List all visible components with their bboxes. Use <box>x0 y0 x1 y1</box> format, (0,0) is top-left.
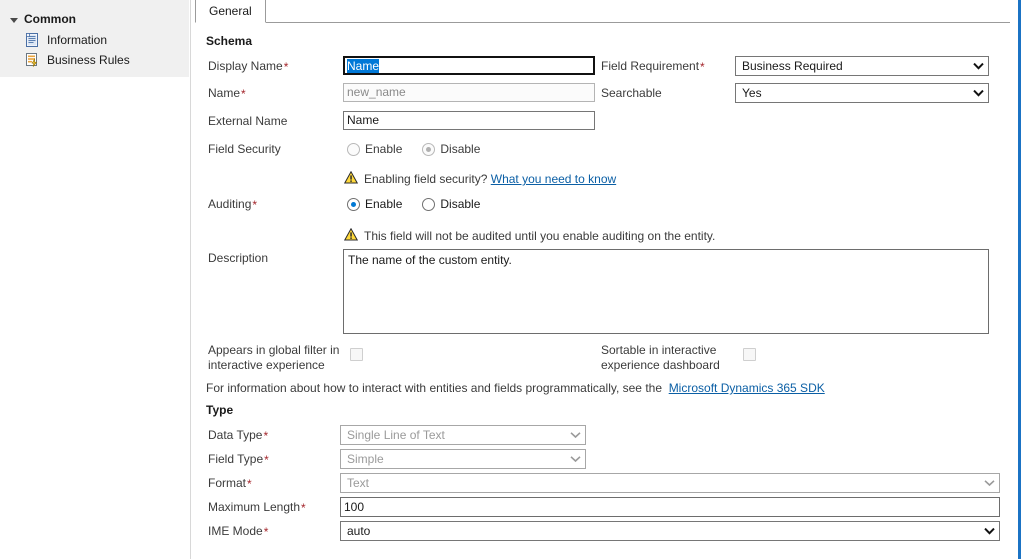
field-type-label: Field Type* <box>208 452 269 467</box>
field-security-radio-group: Enable Disable <box>347 142 500 156</box>
field-editor-window: Common Information Business Rules Genera… <box>0 0 1021 559</box>
field-requirement-select[interactable]: Business Required <box>735 56 989 76</box>
description-textarea[interactable]: The name of the custom entity. <box>343 249 989 334</box>
searchable-label: Searchable <box>601 86 662 100</box>
sdk-note: For information about how to interact wi… <box>206 381 825 395</box>
field-requirement-value: Business Required <box>742 59 843 73</box>
format-value: Text <box>347 476 370 490</box>
global-filter-label: Appears in global filter in interactive … <box>208 343 340 372</box>
maximum-length-label: Maximum Length* <box>208 500 306 515</box>
radio-circle-icon <box>347 142 360 156</box>
dynamics-365-sdk-link[interactable]: Microsoft Dynamics 365 SDK <box>669 381 825 395</box>
external-name-input[interactable]: Name <box>343 111 595 130</box>
searchable-value: Yes <box>742 86 762 100</box>
auditing-warning: This field will not be audited until you… <box>343 227 716 244</box>
data-type-value: Single Line of Text <box>347 428 445 442</box>
field-security-label: Field Security <box>208 142 281 156</box>
required-asterisk: * <box>264 453 269 467</box>
auditing-label: Auditing* <box>208 197 258 212</box>
required-asterisk: * <box>252 198 258 212</box>
what-you-need-to-know-link[interactable]: What you need to know <box>491 172 616 186</box>
field-type-value: Simple <box>347 452 384 466</box>
field-type-select[interactable]: Simple <box>340 449 586 469</box>
radio-circle-selected-icon <box>347 197 360 211</box>
field-requirement-label: Field Requirement* <box>601 59 705 74</box>
auditing-warning-text: This field will not be audited until you… <box>364 229 716 243</box>
field-security-enable-radio[interactable]: Enable <box>347 142 402 156</box>
chevron-down-icon <box>565 455 585 463</box>
required-asterisk: * <box>241 87 246 101</box>
required-asterisk: * <box>301 501 306 515</box>
chevron-down-icon <box>979 479 999 487</box>
display-name-selected-text: Name <box>347 59 380 73</box>
format-label: Format* <box>208 476 252 491</box>
data-type-select[interactable]: Single Line of Text <box>340 425 586 445</box>
sortable-label: Sortable in interactive experience dashb… <box>601 343 720 372</box>
auditing-disable-radio[interactable]: Disable <box>422 197 480 211</box>
chevron-down-icon <box>968 89 988 97</box>
data-type-label: Data Type* <box>208 428 269 443</box>
ime-mode-select[interactable]: auto <box>340 521 1000 541</box>
name-label: Name* <box>208 86 246 101</box>
global-filter-checkbox[interactable] <box>350 348 363 361</box>
display-name-input[interactable]: Name <box>343 56 595 75</box>
field-security-warning: Enabling field security? What you need t… <box>343 170 616 187</box>
sdk-note-text: For information about how to interact wi… <box>206 381 662 395</box>
format-select[interactable]: Text <box>340 473 1000 493</box>
chevron-down-icon <box>968 62 988 70</box>
chevron-down-icon <box>979 527 999 535</box>
auditing-radio-group: Enable Disable <box>347 197 500 211</box>
display-name-label: Display Name* <box>208 59 289 74</box>
description-label: Description <box>208 251 269 265</box>
required-asterisk: * <box>263 429 269 443</box>
auditing-enable-radio[interactable]: Enable <box>347 197 402 211</box>
required-asterisk: * <box>700 60 705 74</box>
field-security-disable-radio[interactable]: Disable <box>422 142 480 156</box>
maximum-length-input[interactable]: 100 <box>340 497 1000 517</box>
field-form: Schema Display Name* Name Field Requirem… <box>0 0 1021 559</box>
sortable-checkbox[interactable] <box>743 348 756 361</box>
name-input[interactable]: new_name <box>343 83 595 102</box>
radio-circle-selected-icon <box>422 142 436 156</box>
section-heading-schema: Schema <box>206 34 253 48</box>
radio-circle-icon <box>422 197 436 211</box>
field-security-warning-text: Enabling field security? <box>364 172 488 186</box>
warning-icon <box>343 170 359 187</box>
ime-mode-value: auto <box>347 524 371 538</box>
required-asterisk: * <box>263 525 269 539</box>
right-edge-gap <box>1011 0 1018 559</box>
warning-icon <box>343 227 359 244</box>
required-asterisk: * <box>247 477 252 491</box>
ime-mode-label: IME Mode* <box>208 524 269 539</box>
searchable-select[interactable]: Yes <box>735 83 989 103</box>
section-heading-type: Type <box>206 403 234 417</box>
chevron-down-icon <box>565 431 585 439</box>
external-name-label: External Name <box>208 114 288 128</box>
required-asterisk: * <box>283 60 289 74</box>
